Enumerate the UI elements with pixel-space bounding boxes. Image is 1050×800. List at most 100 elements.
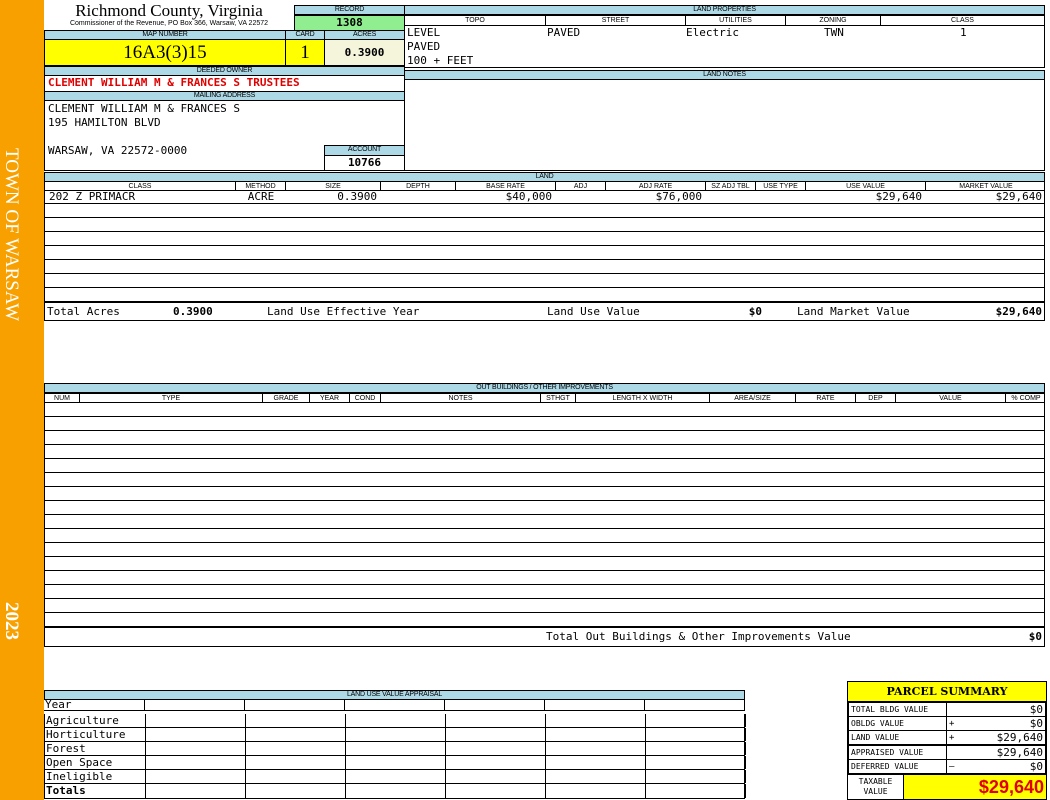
land-use-cell-divider <box>445 756 446 769</box>
land-use-cell-divider <box>145 742 146 755</box>
outbuilding-row <box>44 599 1045 613</box>
zoning-value: TWN <box>824 26 844 39</box>
land-use-cell-divider <box>645 770 646 783</box>
outbuilding-row <box>44 571 1045 585</box>
land-use-cell-divider <box>745 756 746 769</box>
land-use-row: Agriculture <box>44 714 746 728</box>
land-use-cell-divider <box>345 784 346 798</box>
land-use-cell-divider <box>245 742 246 755</box>
land-cell: $40,000 <box>505 190 552 203</box>
summary-label: OBLDG VALUE <box>848 716 947 731</box>
outbuilding-row <box>44 515 1045 529</box>
outbuilding-row <box>44 543 1045 557</box>
summary-operator <box>946 744 959 760</box>
outbuilding-row <box>44 473 1045 487</box>
land-properties-label: LAND PROPERTIES <box>404 5 1045 15</box>
outbuildings-label: OUT BUILDINGS / OTHER IMPROVEMENTS <box>44 383 1045 393</box>
topo-value: LEVEL <box>407 26 441 39</box>
land-use-row-label: Horticulture <box>46 728 126 741</box>
acres-value: 0.3900 <box>324 39 405 66</box>
col-size: SIZE <box>286 182 381 190</box>
col-class: CLASS <box>45 182 236 190</box>
outbuilding-row <box>44 487 1045 501</box>
land-use-cell-divider <box>345 742 346 755</box>
land-use-row-label: Forest <box>46 742 86 755</box>
land-use-cell-divider <box>245 770 246 783</box>
class-value: 1 <box>960 26 967 39</box>
land-use-cell-divider <box>145 784 146 798</box>
col-depth: DEPTH <box>381 182 456 190</box>
outbuilding-row <box>44 403 1045 417</box>
col-adj-rate: ADJ RATE <box>606 182 706 190</box>
land-use-cell-divider <box>245 784 246 798</box>
land-use-row: Year <box>44 699 745 711</box>
col-use-value: USE VALUE <box>806 182 926 190</box>
land-use-cell-divider <box>545 770 546 783</box>
outbuilding-row <box>44 501 1045 515</box>
land-cell: 202 Z PRIMACR <box>49 190 136 203</box>
land-use-cell-divider <box>744 699 745 710</box>
record-value: 1308 <box>294 15 405 31</box>
summary-value: $0 <box>958 702 1046 717</box>
col-grade: GRADE <box>263 394 310 402</box>
land-row <box>44 260 1045 274</box>
topo-value: PAVED <box>407 40 441 53</box>
county-title: Richmond County, Virginia <box>75 1 263 20</box>
deeded-owner-value: CLEMENT WILLIAM M & FRANCES S TRUSTEES <box>44 75 405 92</box>
land-use-cell-divider <box>445 770 446 783</box>
land-cell: 0.3900 <box>337 190 377 203</box>
land-use-cell-divider <box>745 742 746 755</box>
land-use-cell-divider <box>745 728 746 741</box>
land-use-cell-divider <box>445 728 446 741</box>
land-use-cell-divider <box>144 699 145 710</box>
land-use-cell-divider <box>345 728 346 741</box>
land-use-cell-divider <box>545 714 546 727</box>
address-line <box>48 130 401 144</box>
land-use-row: Horticulture <box>44 728 746 742</box>
summary-label: APPRAISED VALUE <box>848 744 947 760</box>
land-row <box>44 218 1045 232</box>
summary-label: DEFERRED VALUE <box>848 759 947 774</box>
land-use-row-label: Totals <box>46 784 86 797</box>
land-use-cell-divider <box>545 784 546 798</box>
map-number-value: 16A3(3)15 <box>44 39 286 66</box>
col-type: TYPE <box>80 394 263 402</box>
land-use-cell-divider <box>145 714 146 727</box>
land-cell: $29,640 <box>995 190 1042 203</box>
outbuildings-total-value: $0 <box>1028 630 1042 643</box>
land-use-cell-divider <box>645 756 646 769</box>
summary-value: $29,640 <box>958 744 1046 760</box>
total-acres-value: 0.3900 <box>173 305 213 318</box>
outbuildings-table-header: NUM TYPE GRADE YEAR COND NOTES STHGT LENGTH X W… <box>44 393 1045 403</box>
summary-row: DEFERRED VALUE – $0 <box>848 759 1046 774</box>
summary-row: APPRAISED VALUE $29,640 <box>848 744 1046 760</box>
land-row: 202 Z PRIMACR ACRE 0.3900 $40,000 $76,000 $29… <box>44 190 1045 204</box>
land-use-cell-divider <box>245 756 246 769</box>
town-label: TOWN OF WARSAW <box>1 148 22 322</box>
summary-operator: + <box>946 730 959 746</box>
land-use-cell-divider <box>545 742 546 755</box>
col-rate: RATE <box>796 394 856 402</box>
utilities-value: Electric <box>686 26 739 39</box>
land-use-row-label: Agriculture <box>46 714 119 727</box>
land-notes-body <box>404 79 1045 171</box>
parcel-summary-title: PARCEL SUMMARY <box>848 682 1046 702</box>
land-use-value-label: Land Use Value <box>547 305 640 318</box>
land-row <box>44 246 1045 260</box>
summary-row: OBLDG VALUE + $0 <box>848 716 1046 731</box>
summary-operator: – <box>946 759 959 774</box>
col-class: CLASS <box>951 17 974 24</box>
land-row <box>44 204 1045 218</box>
record-label: RECORD <box>294 5 405 15</box>
summary-row: TOTAL BLDG VALUE $0 <box>848 702 1046 717</box>
land-use-cell-divider <box>345 770 346 783</box>
land-use-cell-divider <box>445 714 446 727</box>
col-notes: NOTES <box>381 394 541 402</box>
col-sz-adj-tbl: SZ ADJ TBL <box>706 182 756 190</box>
col-use-type: USE TYPE <box>756 182 806 190</box>
col-zoning: ZONING <box>786 16 881 25</box>
col-street: STREET <box>546 16 686 25</box>
outbuilding-row <box>44 557 1045 571</box>
land-properties-values: LEVEL PAVED 100 + FEET PAVED Electric TW… <box>404 25 1045 68</box>
land-use-cell-divider <box>644 699 645 710</box>
